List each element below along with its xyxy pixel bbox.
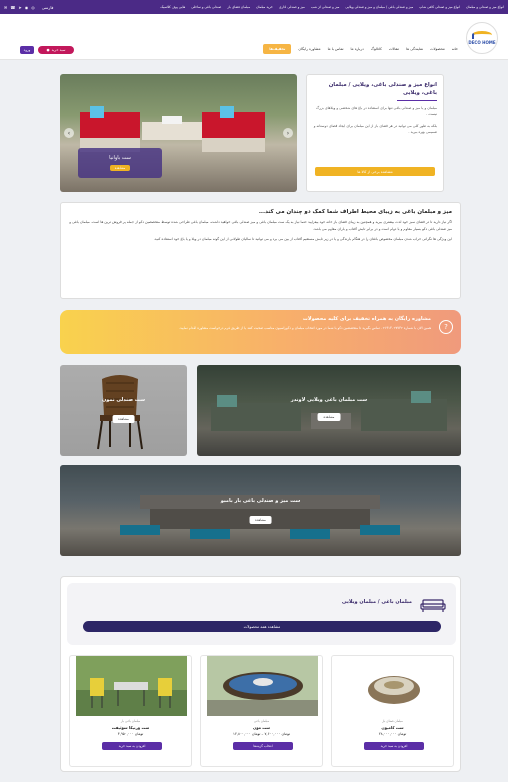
- view-products-button[interactable]: مشاهده برخی از کالا ها: [315, 167, 435, 176]
- product-category: مبلمان فضای باز: [382, 719, 403, 723]
- language-switch[interactable]: فارسی: [42, 5, 54, 10]
- instagram-icon[interactable]: ◎: [31, 5, 35, 10]
- consult-banner: ? مشاوره رایگان به همراه تخفیف برای کلیه…: [60, 310, 461, 354]
- sofa-icon: [420, 599, 446, 612]
- product-name[interactable]: ست مون: [201, 725, 322, 730]
- tile-overlay: [197, 365, 461, 456]
- topbar-link[interactable]: میز و صندلی لژ شب: [311, 5, 339, 9]
- tile-title: ست صندلی نمون: [101, 397, 146, 403]
- cart-label: سبد خرید: [51, 48, 66, 52]
- description-box: میز و مبلمان باغی به زیبای محیط اطراف شم…: [60, 202, 461, 299]
- tile-lounge[interactable]: ست مبلمان باغی ویلایی لاوندر مشاهده: [197, 365, 461, 456]
- hero-caption-button[interactable]: مشاهده: [109, 165, 131, 171]
- question-icon: ?: [439, 320, 453, 334]
- login-button[interactable]: ورود: [20, 46, 34, 54]
- topbar-link[interactable]: مبلمان فضای باز: [227, 5, 250, 9]
- site-header: DECO HOME خانه محصولات نمایندگی ها مقالا…: [0, 14, 508, 60]
- hero-divider: [397, 100, 437, 101]
- nav-item-consult[interactable]: مشاوره رایگان: [298, 47, 320, 51]
- product-price: تومان ۷,۶۰۰,۰۰۰ – تومان ۱۲,۸۰۰,۰۰۰: [233, 732, 290, 736]
- page: ✉ ☎ ➤ ◉ ◎ فارسی انواع میز و صندلی و مبلم…: [0, 0, 508, 782]
- products-title: مبلمان باغی / مبلمان ویلایی: [341, 599, 412, 605]
- cart-icon: ●: [46, 48, 50, 52]
- products-header: مبلمان باغی / مبلمان ویلایی مشاهده همه م…: [67, 583, 456, 645]
- tile-title: ست میز و صندلی باغی بار بامبو: [220, 498, 301, 504]
- products-section: مبلمان باغی / مبلمان ویلایی مشاهده همه م…: [60, 576, 461, 772]
- logo-swoosh-icon: [472, 31, 492, 39]
- consult-title: مشاوره رایگان به همراه تخفیف برای کلیه م…: [302, 316, 431, 322]
- nav-item-articles[interactable]: مقالات: [389, 47, 399, 51]
- topbar-link[interactable]: انواع میز و صندلی و مبلمان: [466, 5, 504, 9]
- add-to-cart-button[interactable]: افزودن به سبد خرید: [102, 742, 162, 750]
- logo[interactable]: DECO HOME: [466, 22, 498, 54]
- product-card[interactable]: مبلمان باغی بار ست ورنیکا سوئیفت تومان ۳…: [69, 655, 192, 767]
- cart-button[interactable]: ● سبد خرید: [38, 46, 74, 54]
- tile-title: ست مبلمان باغی ویلایی لاوندر: [290, 397, 368, 403]
- consult-text: همین الان با شماره ۰۲۱۹۱۳۰۲۷۷۳۲ تماس بگی…: [178, 326, 431, 330]
- hero-caption: ست باوانیا مشاهده: [78, 148, 162, 178]
- product-name[interactable]: ست ورنیکا سوئیفت: [70, 725, 191, 730]
- nav-item-about[interactable]: درباره ما: [351, 47, 364, 51]
- description-paragraph: اگر نیاز دارید تا در فضای سبز خود لذت بی…: [69, 220, 452, 231]
- hero-paragraph: مبلمان و یا میز و صندلی باغی تنها برای ا…: [316, 106, 437, 116]
- hero-paragraph: بلکه به طور کلی می توانید در هر فضای باز…: [313, 124, 437, 134]
- nav-item-contact[interactable]: تماس با ما: [328, 47, 344, 51]
- topbar-link[interactable]: صندلی باغی و ساحلی: [191, 5, 221, 9]
- nav-item-products[interactable]: محصولات: [430, 47, 445, 51]
- product-card[interactable]: مبلمان باغی ست مون تومان ۷,۶۰۰,۰۰۰ – توم…: [200, 655, 323, 767]
- description-title: میز و مبلمان باغی به زیبای محیط اطراف شم…: [258, 209, 452, 215]
- tile-view-button[interactable]: مشاهده: [249, 516, 272, 524]
- tile-overlay: [60, 365, 187, 456]
- social-icons: ✉ ☎ ➤ ◉ ◎ فارسی: [4, 5, 53, 10]
- product-card[interactable]: مبلمان فضای باز ست کامیون تومان ۲۸,۰۰۰,۰…: [331, 655, 454, 767]
- telegram-icon[interactable]: ➤: [18, 5, 21, 10]
- add-to-cart-button[interactable]: افزودن به سبد خرید: [364, 742, 424, 750]
- main-nav: خانه محصولات نمایندگی ها مقالات کاتالوگ …: [263, 44, 458, 54]
- product-image: [338, 656, 449, 716]
- nav-item-home[interactable]: خانه: [452, 47, 458, 51]
- slider-prev-button[interactable]: ‹: [64, 128, 74, 138]
- nav-item-catalog[interactable]: کاتالوگ: [371, 47, 382, 51]
- product-price: تومان ۲۸,۰۰۰,۰۰۰: [378, 732, 407, 736]
- top-bar: ✉ ☎ ➤ ◉ ◎ فارسی انواع میز و صندلی و مبلم…: [0, 0, 508, 14]
- hero-caption-title: ست باوانیا: [109, 155, 131, 161]
- select-options-button[interactable]: انتخاب گزینه‌ها: [233, 742, 293, 750]
- logo-text: DECO HOME: [468, 40, 496, 45]
- product-image: [76, 656, 187, 716]
- tile-overlay: [60, 465, 461, 556]
- email-icon[interactable]: ✉: [4, 5, 7, 10]
- product-image: [207, 656, 318, 716]
- topbar-link[interactable]: میز و صندلی باغی / مبلمان و میز و صندلی …: [345, 5, 413, 9]
- topbar-link[interactable]: میز و صندلی اداری: [279, 5, 305, 9]
- hero-title: انواع میز و صندلی باغی، ویلایی / مبلمان …: [328, 82, 437, 96]
- tile-view-button[interactable]: مشاهده: [317, 413, 341, 421]
- view-all-products-button[interactable]: مشاهده همه محصولات: [83, 621, 441, 632]
- product-price: تومان ۳,۹۵۰,۰۰۰: [117, 732, 144, 736]
- whatsapp-icon[interactable]: ◉: [25, 5, 29, 10]
- product-category: مبلمان باغی بار: [120, 719, 141, 723]
- slider-next-button[interactable]: ›: [283, 128, 293, 138]
- nav-item-agencies[interactable]: نمایندگی ها: [406, 47, 423, 51]
- description-paragraph: این ویژگی ها نگرانی خراب شدن مبلمان مخصو…: [153, 237, 452, 241]
- phone-icon[interactable]: ☎: [10, 5, 15, 10]
- hero-text-box: انواع میز و صندلی باغی، ویلایی / مبلمان …: [306, 74, 444, 192]
- topbar-links: انواع میز و صندلی و مبلمان انواع میز و ص…: [160, 5, 504, 9]
- product-category: مبلمان باغی: [253, 719, 270, 723]
- product-name[interactable]: ست کامیون: [332, 725, 453, 730]
- tile-bar[interactable]: ست میز و صندلی باغی بار بامبو مشاهده: [60, 465, 461, 556]
- topbar-link[interactable]: خرید مبلمان: [256, 5, 273, 9]
- topbar-link[interactable]: انواع میز و صندلی کافی شاپ: [419, 5, 460, 9]
- topbar-link[interactable]: هایی پوف کلاسیک: [160, 5, 185, 9]
- tile-chair[interactable]: ست صندلی نمون مشاهده: [60, 365, 187, 456]
- nav-item-offers[interactable]: تخفیف‌ها: [263, 44, 292, 54]
- tile-view-button[interactable]: مشاهده: [112, 415, 135, 423]
